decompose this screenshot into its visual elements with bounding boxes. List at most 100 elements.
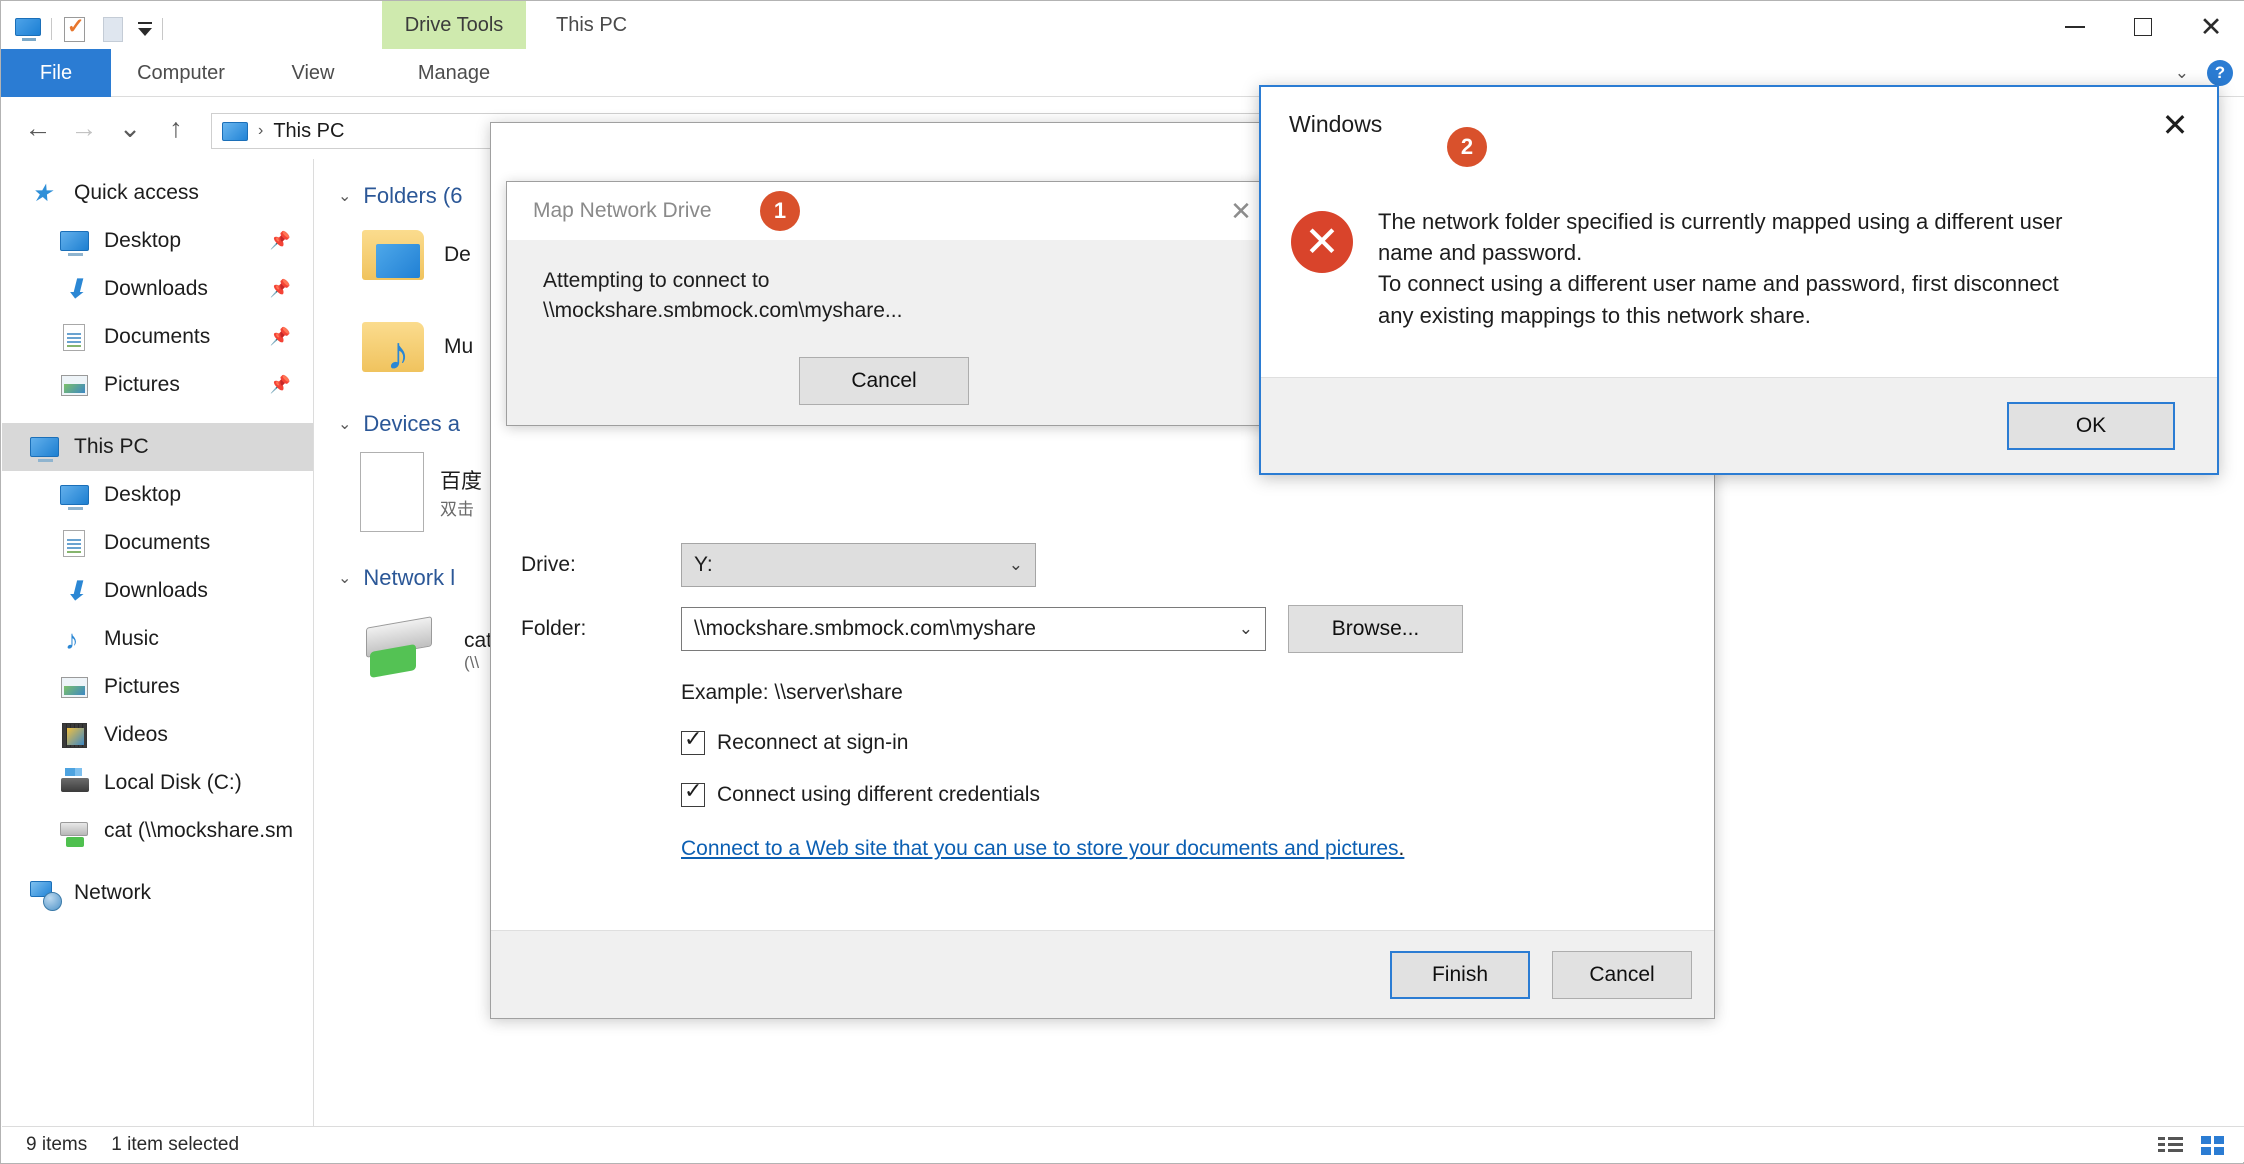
chevron-down-icon[interactable]: ⌄ [338,186,351,206]
contextual-tab-label: Drive Tools [404,13,504,36]
windows-error-dialog[interactable]: Windows 2 ✕ ✕ The network folder specifi… [1259,85,2219,475]
separator [162,18,163,40]
sidebar-item-local-disk-c[interactable]: Local Disk (C:) [2,759,313,807]
progress-message-line-1: Attempting to connect to [543,269,770,292]
list-item-name: cat [464,629,493,652]
sidebar-item-label: cat (\\mockshare.sm [104,819,294,842]
ok-button[interactable]: OK [2007,401,2175,450]
progress-dialog-close-icon[interactable]: ✕ [1221,193,1261,229]
tab-manage[interactable]: Manage [382,49,526,97]
chevron-down-icon[interactable]: ⌄ [1009,555,1023,575]
contextual-tab-drive-tools[interactable]: Drive Tools [382,1,526,49]
sidebar-item-network[interactable]: Network [2,869,313,917]
map-network-drive-progress-dialog[interactable]: Map Network Drive 1 ✕ Attempting to conn… [506,181,1276,426]
finish-button[interactable]: Finish [1390,950,1530,999]
drive-select[interactable]: Y: ⌄ [681,543,1036,587]
list-item-label: 百度 双击 [440,465,482,520]
recent-locations-chevron-down-icon[interactable]: ⌄ [107,105,153,151]
collapse-ribbon-chevron-down-icon[interactable]: ⌄ [2175,63,2189,83]
step-badge-1: 1 [760,191,800,231]
chevron-down-icon[interactable]: ⌄ [338,414,351,434]
sidebar-item-downloads-quick[interactable]: Downloads 📌 [2,265,313,313]
error-message-line-3: To connect using a different user name a… [1378,271,2059,297]
sidebar-item-music[interactable]: Music [2,615,313,663]
screen: Drive Tools This PC ✕ File Computer View [0,0,2244,1164]
sidebar-item-cat-network-drive[interactable]: cat (\\mockshare.sm [2,807,313,855]
sidebar-item-pictures[interactable]: Pictures [2,663,313,711]
window-title-label: This PC [556,13,628,36]
error-dialog-close-icon[interactable]: ✕ [2153,103,2197,147]
folder-input[interactable]: \\mockshare.smbmock.com\myshare ⌄ [681,607,1266,651]
sidebar-item-documents[interactable]: Documents [2,519,313,567]
progress-cancel-button-label: Cancel [851,369,917,392]
group-header-label: Folders (6 [363,183,463,208]
maximize-button[interactable] [2109,1,2177,53]
sidebar-item-pictures-quick[interactable]: Pictures 📌 [2,361,313,409]
minimize-button[interactable] [2041,1,2109,53]
step-badge-2: 2 [1447,127,1487,167]
tab-computer-label: Computer [137,61,225,84]
reconnect-at-signin-checkbox[interactable] [681,726,705,755]
sidebar-item-desktop-quick[interactable]: Desktop 📌 [2,217,313,265]
pin-icon[interactable]: 📌 [270,279,291,299]
monitor-icon [28,430,62,464]
this-pc-icon [222,121,248,141]
breadcrumb-this-pc[interactable]: This PC [273,120,344,143]
group-header-label: Devices a [363,411,460,436]
connect-different-credentials-checkbox[interactable] [681,778,705,807]
sidebar-item-desktop[interactable]: Desktop [2,471,313,519]
error-x-icon: ✕ [1291,211,1353,273]
video-icon [58,718,92,752]
sidebar-item-videos[interactable]: Videos [2,711,313,759]
cancel-button[interactable]: Cancel [1552,950,1692,999]
details-view-icon[interactable] [2158,1134,2184,1156]
tab-computer[interactable]: Computer [111,49,251,97]
pin-icon[interactable]: 📌 [270,375,291,395]
folder-music-icon: ♪ [360,318,428,376]
progress-cancel-button[interactable]: Cancel [799,357,969,405]
tab-view-label: View [291,61,335,84]
navigation-pane[interactable]: Quick access Desktop 📌 Downloads 📌 Docum… [2,159,314,1129]
list-item-sub: (\\ [464,653,480,672]
sidebar-item-this-pc[interactable]: This PC [2,423,313,471]
reconnect-at-signin-row[interactable]: Reconnect at sign-in [681,726,908,755]
tab-view[interactable]: View [265,49,361,97]
back-button[interactable]: ← [15,105,61,151]
sidebar-item-label: Quick access [74,181,199,204]
tab-file[interactable]: File [1,49,111,97]
new-folder-icon[interactable] [98,14,128,44]
view-mode-buttons [2158,1134,2226,1156]
network-drive-icon [58,814,92,848]
sidebar-item-label: Documents [104,531,211,554]
folder-example-text: Example: \\server\share [681,681,903,704]
sidebar-item-documents-quick[interactable]: Documents 📌 [2,313,313,361]
up-button[interactable]: ↑ [153,105,199,151]
music-icon [58,622,92,656]
connect-to-web-site-link[interactable]: Connect to a Web site that you can use t… [681,837,1404,861]
progress-message-line-2: \\mockshare.smbmock.com\myshare... [543,299,903,323]
error-dialog-title-label: Windows [1289,111,1383,137]
error-message-line-1: The network folder specified is currentl… [1378,209,2063,234]
monitor-icon [58,478,92,512]
connect-different-credentials-row[interactable]: Connect using different credentials [681,778,1040,807]
tiles-view-icon[interactable] [2200,1134,2226,1156]
close-button[interactable]: ✕ [2177,1,2244,53]
document-icon [58,526,92,560]
chevron-down-icon[interactable]: ⌄ [338,568,351,588]
this-pc-icon[interactable] [13,14,43,44]
list-item-sub: 双击 [440,499,474,519]
progress-dialog-title: Map Network Drive [533,199,712,222]
browse-button[interactable]: Browse... [1288,605,1463,653]
group-header-label: Network l [363,565,456,590]
forward-button[interactable]: → [61,105,107,151]
sidebar-item-label: Documents [104,325,211,348]
sidebar-item-downloads[interactable]: Downloads [2,567,313,615]
window-title: This PC [556,1,627,49]
properties-icon[interactable] [60,14,90,44]
pin-icon[interactable]: 📌 [270,231,291,251]
help-icon[interactable]: ? [2207,60,2233,86]
pin-icon[interactable]: 📌 [270,327,291,347]
customize-qat-chevron-down-icon[interactable] [136,14,154,44]
sidebar-item-quick-access[interactable]: Quick access [2,169,313,217]
chevron-down-icon[interactable]: ⌄ [1239,619,1253,639]
